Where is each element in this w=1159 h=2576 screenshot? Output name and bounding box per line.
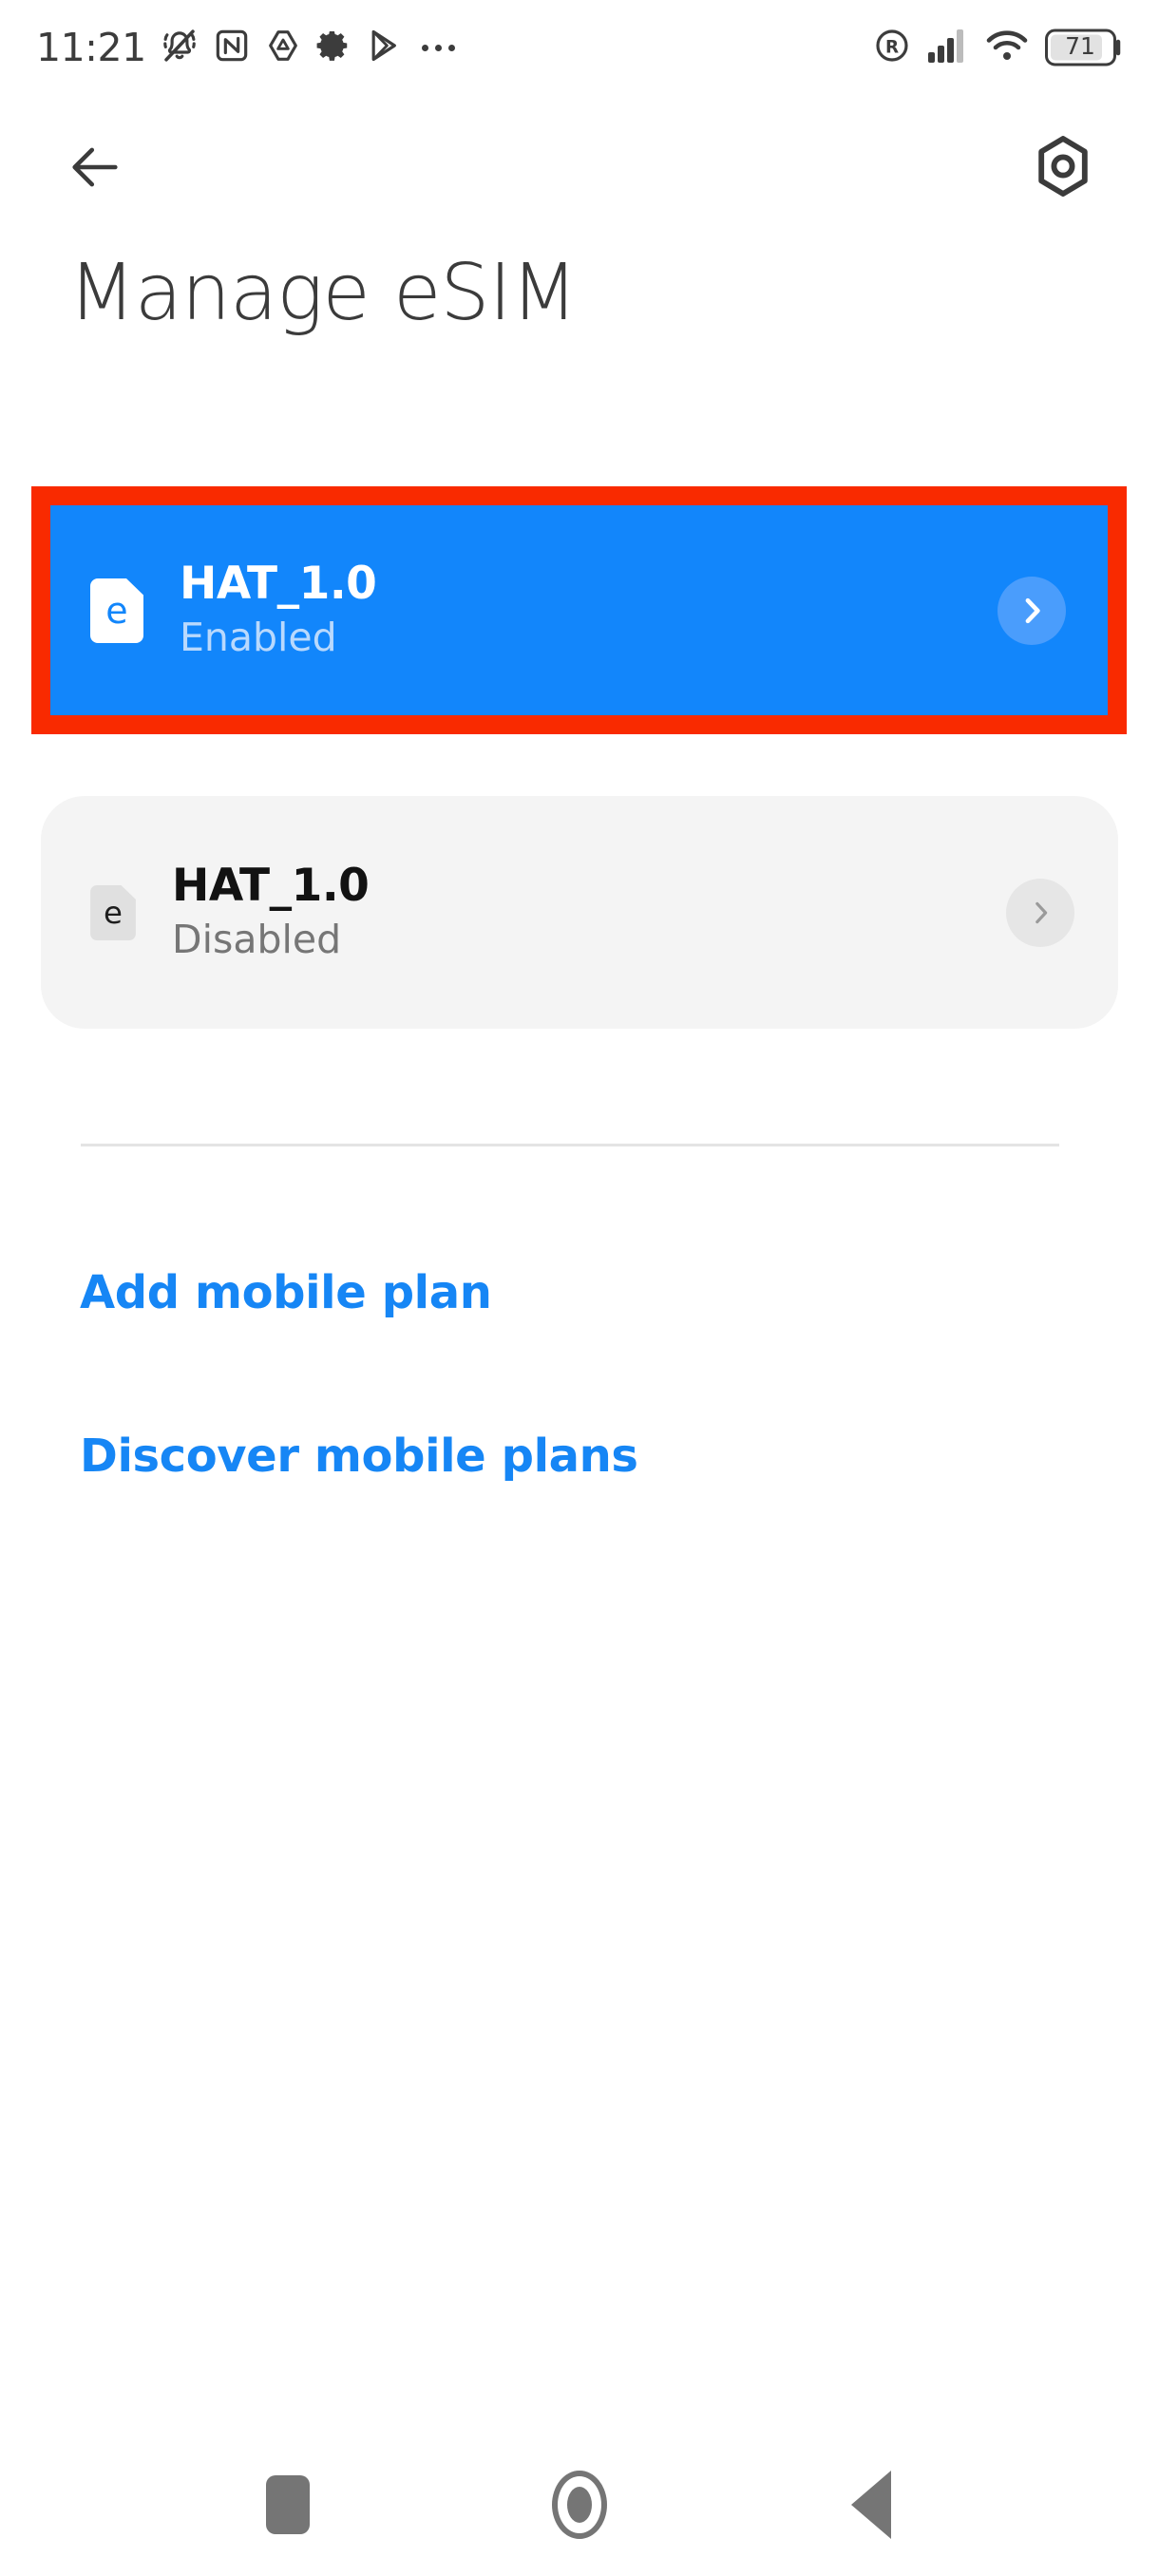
status-bar-left: 11:21 bbox=[36, 25, 455, 70]
esim-profile-status: Enabled bbox=[180, 615, 337, 661]
esim-profile-text-group: HAT_1.0 Enabled bbox=[180, 559, 998, 662]
recents-square-icon[interactable] bbox=[231, 2453, 345, 2557]
esim-profile-card-disabled[interactable]: e HAT_1.0 Disabled bbox=[41, 796, 1118, 1029]
section-divider bbox=[81, 1144, 1059, 1146]
status-bar-clock: 11:21 bbox=[36, 25, 146, 70]
esim-profile-card-enabled[interactable]: e HAT_1.0 Enabled bbox=[50, 505, 1108, 715]
esim-card-icon: e bbox=[90, 884, 136, 940]
system-nav-bar bbox=[0, 2434, 1159, 2576]
status-bar-right: R 71 bbox=[873, 27, 1123, 69]
svg-text:e: e bbox=[105, 590, 127, 632]
battery-icon: 71 bbox=[1045, 28, 1123, 66]
svg-text:e: e bbox=[104, 895, 123, 931]
svg-text:R: R bbox=[885, 37, 899, 57]
discover-mobile-plans-link[interactable]: Discover mobile plans bbox=[80, 1433, 638, 1479]
battery-level-text: 71 bbox=[1065, 32, 1095, 60]
back-triangle-icon[interactable] bbox=[814, 2453, 928, 2557]
chevron-right-icon[interactable] bbox=[1006, 878, 1074, 947]
page-title: Manage eSIM bbox=[68, 248, 578, 338]
status-bar: 11:21 R 71 bbox=[0, 0, 1159, 95]
back-arrow-icon[interactable] bbox=[65, 137, 125, 198]
esim-profile-name: HAT_1.0 bbox=[172, 859, 370, 912]
roaming-icon: R bbox=[873, 27, 911, 69]
settings-gear-icon bbox=[315, 28, 352, 68]
esim-card-icon: e bbox=[90, 578, 143, 643]
signal-bars-icon bbox=[927, 28, 969, 68]
overflow-dots-icon bbox=[421, 44, 455, 51]
esim-profile-status: Disabled bbox=[172, 917, 342, 963]
esim-profile-text-group: HAT_1.0 Disabled bbox=[172, 859, 1006, 964]
play-store-icon bbox=[365, 27, 403, 69]
home-circle-icon[interactable] bbox=[522, 2453, 636, 2557]
chevron-right-icon[interactable] bbox=[998, 576, 1066, 645]
wifi-icon bbox=[985, 28, 1029, 67]
nfc-icon bbox=[213, 27, 251, 69]
hex-settings-icon[interactable] bbox=[1028, 131, 1098, 201]
add-mobile-plan-link[interactable]: Add mobile plan bbox=[80, 1270, 492, 1316]
drive-icon bbox=[264, 27, 302, 69]
silent-mode-icon bbox=[160, 26, 200, 70]
app-bar bbox=[0, 106, 1159, 228]
esim-profile-name: HAT_1.0 bbox=[180, 557, 377, 610]
